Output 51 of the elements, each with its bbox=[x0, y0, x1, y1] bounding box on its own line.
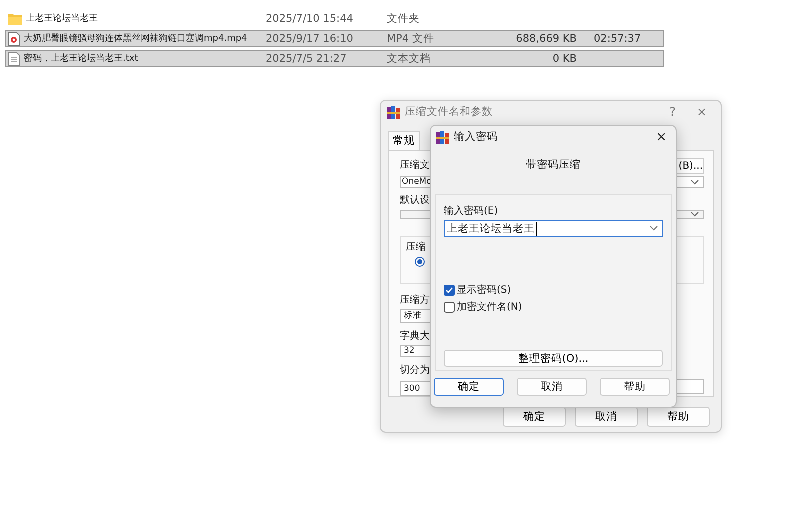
checkbox-label: 加密文件名(N) bbox=[457, 300, 522, 314]
books-icon bbox=[436, 130, 449, 144]
group-label: 压缩 bbox=[405, 242, 427, 254]
tab[interactable]: 常规 bbox=[388, 131, 420, 150]
dialog-button[interactable]: 确定 bbox=[434, 378, 504, 396]
organize-passwords-button[interactable]: 整理密码(O)... bbox=[444, 350, 663, 367]
file-type: MP4 文件 bbox=[387, 32, 434, 44]
password-field[interactable]: 上老王论坛当老王 bbox=[444, 220, 663, 237]
file-row[interactable]: 上老王论坛当老王 2025/7/10 15:44 文件夹 bbox=[5, 10, 664, 27]
file-type: 文本文档 bbox=[387, 52, 431, 64]
window-title: 输入密码 bbox=[454, 130, 499, 144]
field-label: 输入密码(E) bbox=[444, 204, 498, 218]
field-label: 字典大 bbox=[400, 330, 430, 343]
dialog-button[interactable]: 取消 bbox=[517, 378, 587, 396]
file-row[interactable]: 密码，上老王论坛当老王.txt 2025/7/5 21:27 文本文档 0 KB bbox=[5, 50, 664, 67]
file-date: 2025/9/17 16:10 bbox=[266, 32, 354, 44]
close-button[interactable]: × bbox=[651, 130, 672, 144]
file-row[interactable]: 大奶肥臀眼镜骚母狗连体黑丝网袜狗链口塞调mp4.mp4 2025/9/17 16:10 MP4 文件 688,669 KB 02:57:37 bbox=[5, 30, 664, 47]
file-duration: 02:57:37 bbox=[594, 32, 642, 44]
dialog-button[interactable]: 确定 bbox=[503, 407, 566, 427]
video-file-icon bbox=[8, 32, 20, 46]
field-label: 压缩文 bbox=[400, 158, 430, 172]
dialog-button[interactable]: 帮助 bbox=[600, 378, 670, 396]
checkbox[interactable] bbox=[444, 302, 455, 312]
text-file-icon bbox=[8, 52, 20, 66]
file-size: 688,669 KB bbox=[516, 32, 577, 44]
field-label: 切分为 bbox=[400, 364, 430, 377]
field-label: 默认设 bbox=[400, 194, 430, 207]
file-date: 2025/7/5 21:27 bbox=[266, 52, 347, 64]
books-icon bbox=[387, 106, 400, 118]
folder-icon bbox=[8, 12, 22, 24]
file-type: 文件夹 bbox=[387, 12, 420, 24]
file-name: 大奶肥臀眼镜骚母狗连体黑丝网袜狗链口塞调mp4.mp4 bbox=[24, 32, 248, 45]
checkbox-label: 显示密码(S) bbox=[457, 284, 512, 297]
window-title: 压缩文件名和参数 bbox=[405, 105, 494, 119]
file-date: 2025/7/10 15:44 bbox=[266, 12, 354, 24]
dialog-heading: 带密码压缩 bbox=[525, 158, 582, 172]
field-label: 压缩方 bbox=[400, 294, 430, 307]
close-button[interactable]: × bbox=[688, 105, 715, 119]
checkbox-option[interactable]: 加密文件名(N) bbox=[444, 300, 522, 314]
unit-field[interactable] bbox=[675, 379, 704, 394]
checkbox[interactable] bbox=[444, 284, 455, 296]
file-size: 0 KB bbox=[552, 52, 577, 64]
browse-button[interactable]: (B)... bbox=[675, 158, 704, 174]
file-name: 上老王论坛当老王 bbox=[26, 12, 98, 25]
radio-button[interactable] bbox=[415, 257, 425, 268]
checkbox-option[interactable]: 显示密码(S) bbox=[444, 283, 512, 297]
help-button[interactable]: ? bbox=[662, 105, 684, 119]
dialog-button[interactable]: 帮助 bbox=[647, 407, 710, 427]
file-name: 密码，上老王论坛当老王.txt bbox=[24, 52, 138, 65]
dialog-button[interactable]: 取消 bbox=[575, 407, 638, 427]
